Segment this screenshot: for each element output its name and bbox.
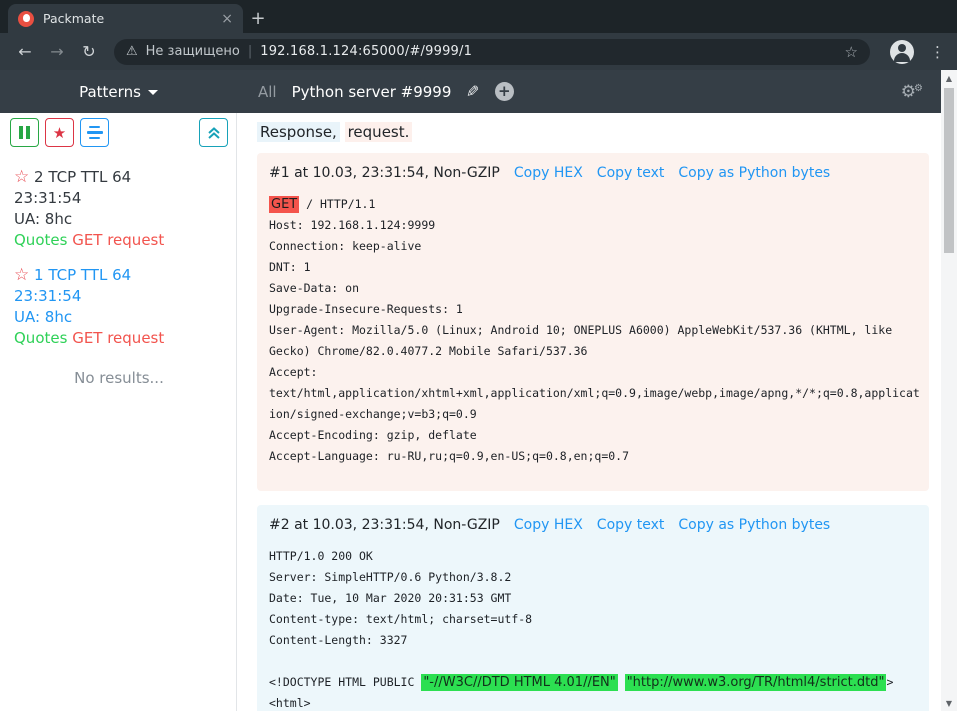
scroll-up-icon[interactable]: ▲ xyxy=(941,70,957,86)
back-icon[interactable]: ← xyxy=(12,39,38,65)
browser-menu-icon[interactable]: ⋮ xyxy=(930,43,945,61)
stream-list-item[interactable]: ☆ 2 TCP TTL 6423:31:54UA: 8hcQuotes GET … xyxy=(14,167,228,251)
stream-tag: Quotes xyxy=(14,231,67,249)
tab-all-services[interactable]: All xyxy=(258,83,277,101)
forward-icon[interactable]: → xyxy=(44,39,70,65)
favorite-star-icon[interactable]: ☆ xyxy=(14,265,29,285)
packet-body: GET / HTTP/1.1 Host: 192.168.1.124:9999 … xyxy=(269,194,921,467)
packmate-favicon-icon xyxy=(18,11,34,27)
no-results-label: No results... xyxy=(10,369,228,387)
pattern-match-highlight: "http://www.w3.org/TR/html4/strict.dtd" xyxy=(625,674,887,691)
pattern-match-highlight: GET xyxy=(269,196,299,213)
warning-icon[interactable]: ⚠ xyxy=(126,44,138,59)
tab-title: Packmate xyxy=(43,11,104,26)
address-bar[interactable]: ⚠ Не защищено | 192.168.1.124:65000/#/99… xyxy=(114,39,870,65)
app-header: Patterns All Python server #9999 ✎ + ⚙⚙ xyxy=(0,70,941,113)
packet-header: #1 at 10.03, 23:31:54, Non-GZIP Copy HEX C… xyxy=(269,165,921,181)
stream-tag: Quotes xyxy=(14,329,67,347)
security-label: Не защищено xyxy=(146,44,240,59)
favorites-filter-button[interactable]: ★ xyxy=(45,118,74,147)
stream-sidebar: ★ ☆ 2 TCP TTL 6423:31:54UA: 8hcQuotes GE… xyxy=(0,113,237,711)
stream-tag: GET request xyxy=(67,231,164,249)
pause-icon xyxy=(19,126,30,139)
stream-list-item[interactable]: ☆ 1 TCP TTL 6423:31:54UA: 8hcQuotes GET … xyxy=(14,265,228,349)
packet-body: HTTP/1.0 200 OK Server: SimpleHTTP/0.6 P… xyxy=(269,546,921,711)
stream-title: ☆ 1 TCP TTL 64 xyxy=(14,265,228,286)
patterns-dropdown[interactable]: Patterns xyxy=(0,70,237,113)
stream-user-agent: UA: 8hc xyxy=(14,209,228,230)
legend-request: request. xyxy=(345,122,413,142)
reload-icon[interactable]: ↻ xyxy=(76,39,102,65)
profile-avatar-icon[interactable] xyxy=(890,40,914,64)
chevron-down-icon xyxy=(148,90,158,95)
copy-action-link[interactable]: Copy as Python bytes xyxy=(678,165,830,181)
packet-list: #1 at 10.03, 23:31:54, Non-GZIP Copy HEX C… xyxy=(257,153,941,711)
list-icon xyxy=(87,126,103,140)
stream-tags: Quotes GET request xyxy=(14,328,228,349)
legend: Response, request. xyxy=(257,123,941,141)
service-tabs: All Python server #9999 ✎ + ⚙⚙ xyxy=(237,70,941,113)
favorite-star-icon[interactable]: ☆ xyxy=(14,167,29,187)
double-chevron-up-icon xyxy=(207,126,221,140)
add-service-icon[interactable]: + xyxy=(495,82,514,101)
browser-window: Packmate × + ← → ↻ ⚠ Не защищено | 192.1… xyxy=(0,0,957,711)
address-divider: | xyxy=(248,44,252,59)
packet-header: #2 at 10.03, 23:31:54, Non-GZIP Copy HEX C… xyxy=(269,517,921,533)
settings-gears-icon[interactable]: ⚙⚙ xyxy=(901,82,925,102)
copy-action-link[interactable]: Copy text xyxy=(597,517,665,533)
tab-strip: Packmate × + xyxy=(0,0,957,33)
packet-card-response: #2 at 10.03, 23:31:54, Non-GZIP Copy HEX C… xyxy=(257,505,929,711)
stream-tags: Quotes GET request xyxy=(14,230,228,251)
packet-card-request: #1 at 10.03, 23:31:54, Non-GZIP Copy HEX C… xyxy=(257,153,929,491)
star-icon: ★ xyxy=(53,124,66,142)
stream-title-text: 2 TCP TTL 64 xyxy=(29,168,131,186)
url-text[interactable]: 192.168.1.124:65000/#/9999/1 xyxy=(260,44,472,59)
legend-response: Response, xyxy=(257,122,340,142)
sidebar-toolbar: ★ xyxy=(10,118,228,147)
bookmark-star-icon[interactable]: ☆ xyxy=(845,43,858,61)
browser-tab[interactable]: Packmate × xyxy=(8,4,243,33)
pattern-match-highlight: "-//W3C//DTD HTML 4.01//EN" xyxy=(421,674,617,691)
packet-pane: Response, request. #1 at 10.03, 23:31:54… xyxy=(237,113,941,711)
scrollbar-thumb[interactable] xyxy=(944,88,954,253)
edit-pencil-icon[interactable]: ✎ xyxy=(466,82,479,101)
copy-action-link[interactable]: Copy HEX xyxy=(514,165,583,181)
browser-toolbar: ← → ↻ ⚠ Не защищено | 192.168.1.124:6500… xyxy=(0,33,957,70)
content-area: ★ ☆ 2 TCP TTL 6423:31:54UA: 8hcQuotes GE… xyxy=(0,113,941,711)
packet-id: #1 at 10.03, 23:31:54, Non-GZIP xyxy=(269,165,500,181)
copy-action-link[interactable]: Copy text xyxy=(597,165,665,181)
pattern-filter-button[interactable] xyxy=(80,118,109,147)
collapse-button[interactable] xyxy=(199,118,228,147)
stream-time: 23:31:54 xyxy=(14,188,228,209)
stream-title-text: 1 TCP TTL 64 xyxy=(29,266,131,284)
copy-action-link[interactable]: Copy as Python bytes xyxy=(678,517,830,533)
stream-user-agent: UA: 8hc xyxy=(14,307,228,328)
new-tab-button[interactable]: + xyxy=(243,4,273,33)
scroll-down-icon[interactable]: ▼ xyxy=(941,695,957,711)
page-scrollbar[interactable]: ▲ ▼ xyxy=(941,70,957,711)
tab-current-service[interactable]: Python server #9999 xyxy=(292,83,452,101)
stream-time: 23:31:54 xyxy=(14,286,228,307)
copy-action-link[interactable]: Copy HEX xyxy=(514,517,583,533)
stream-tag: GET request xyxy=(67,329,164,347)
packet-id: #2 at 10.03, 23:31:54, Non-GZIP xyxy=(269,517,500,533)
stream-list: ☆ 2 TCP TTL 6423:31:54UA: 8hcQuotes GET … xyxy=(10,167,228,349)
patterns-label: Patterns xyxy=(79,83,141,101)
close-tab-icon[interactable]: × xyxy=(221,11,233,27)
settings-gear-small-icon: ⚙ xyxy=(914,83,923,94)
stream-title: ☆ 2 TCP TTL 64 xyxy=(14,167,228,188)
pause-capture-button[interactable] xyxy=(10,118,39,147)
